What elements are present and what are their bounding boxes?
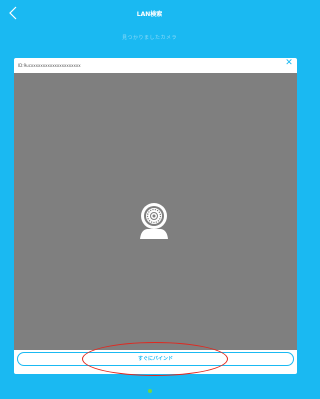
page-subtitle: 見つかりましたカメラ [121,35,177,41]
webcam-icon [140,203,168,239]
page-indicator-dot [148,389,152,393]
bind-now-button[interactable]: すぐにバインド [17,352,294,366]
camera-preview [14,73,297,350]
card-header: ID:9ucxxxxxxxxxxxxxxxxxxxxx ✕ [14,58,297,73]
device-card: ID:9ucxxxxxxxxxxxxxxxxxxxxx ✕ すぐにバインド [14,58,297,374]
page-title: LAN検索 [136,11,163,18]
device-id-label: ID:9ucxxxxxxxxxxxxxxxxxxxxx [18,63,81,68]
close-button[interactable]: ✕ [284,58,294,68]
close-icon: ✕ [285,58,293,68]
